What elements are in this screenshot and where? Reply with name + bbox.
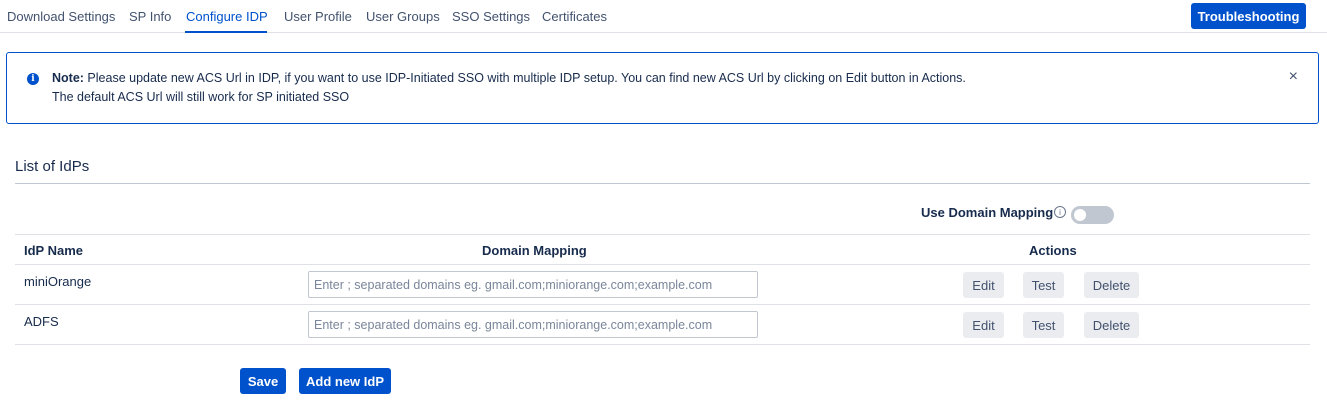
- info-icon: i: [27, 73, 39, 85]
- section-title: List of IdPs: [15, 158, 90, 175]
- troubleshooting-button[interactable]: Troubleshooting: [1191, 3, 1306, 29]
- delete-button[interactable]: Delete: [1084, 312, 1139, 338]
- note-message: Note: Please update new ACS Url in IDP, …: [52, 71, 966, 85]
- note-text: Please update new ACS Url in IDP, if you…: [83, 71, 966, 85]
- note-banner: i Note: Please update new ACS Url in IDP…: [6, 52, 1319, 124]
- test-button[interactable]: Test: [1023, 312, 1064, 338]
- domain-mapping-input[interactable]: [308, 271, 758, 298]
- tab-user-profile[interactable]: User Profile: [284, 9, 352, 24]
- tab-user-groups[interactable]: User Groups: [366, 9, 440, 24]
- domain-mapping-toggle[interactable]: [1071, 206, 1114, 224]
- close-icon[interactable]: ×: [1289, 68, 1298, 86]
- info-circle-icon[interactable]: i: [1054, 206, 1066, 218]
- column-header-actions: Actions: [1029, 243, 1077, 258]
- tab-configure-idp[interactable]: Configure IDP: [186, 9, 268, 24]
- idp-name-cell: miniOrange: [24, 274, 92, 289]
- add-new-idp-button[interactable]: Add new IdP: [299, 368, 391, 394]
- table-top-border: [15, 234, 1310, 235]
- tab-certificates[interactable]: Certificates: [542, 9, 607, 24]
- save-button[interactable]: Save: [240, 368, 286, 394]
- active-tab-indicator: [185, 31, 267, 33]
- test-button[interactable]: Test: [1023, 272, 1064, 298]
- section-divider: [15, 183, 1310, 184]
- tab-sp-info[interactable]: SP Info: [129, 9, 171, 24]
- note-label: Note:: [52, 71, 84, 85]
- edit-button[interactable]: Edit: [963, 272, 1004, 298]
- tab-download-settings[interactable]: Download Settings: [7, 9, 115, 24]
- column-header-domain-mapping: Domain Mapping: [482, 243, 587, 258]
- use-domain-mapping-label: Use Domain Mapping: [921, 205, 1054, 220]
- edit-button[interactable]: Edit: [963, 312, 1004, 338]
- note-message-secondary: The default ACS Url will still work for …: [52, 90, 350, 104]
- table-bottom-border: [15, 344, 1310, 345]
- top-tabs: Download Settings SP Info Configure IDP …: [0, 0, 1327, 33]
- delete-button[interactable]: Delete: [1084, 272, 1139, 298]
- column-header-idp-name: IdP Name: [24, 243, 84, 258]
- domain-mapping-input[interactable]: [308, 311, 758, 338]
- table-header-divider: [15, 264, 1310, 265]
- row-divider: [15, 304, 1310, 305]
- tab-sso-settings[interactable]: SSO Settings: [452, 9, 530, 24]
- idp-name-cell: ADFS: [24, 314, 59, 329]
- toggle-knob: [1074, 209, 1086, 221]
